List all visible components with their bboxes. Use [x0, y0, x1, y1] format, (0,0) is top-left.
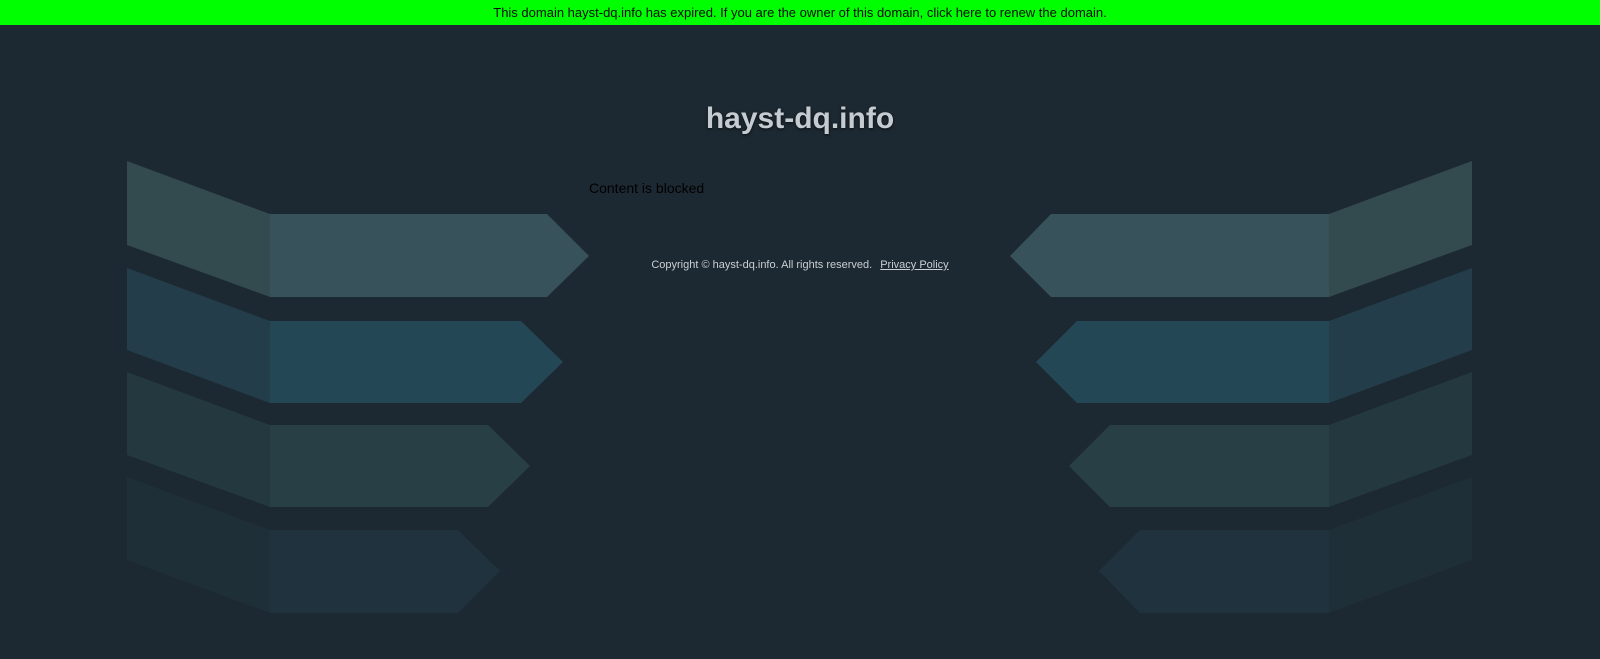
domain-expired-banner[interactable]: This domain hayst-dq.info has expired. I… [0, 0, 1600, 25]
left-arrows [127, 161, 589, 613]
site-title: hayst-dq.info [705, 102, 895, 135]
copyright-text: Copyright © hayst-dq.info. All rights re… [651, 259, 873, 271]
decorative-arrows [127, 161, 1472, 613]
parked-domain-page: This domain hayst-dq.info has expired. I… [0, 0, 1600, 659]
right-arrows [1010, 161, 1472, 613]
privacy-policy-link[interactable]: Privacy Policy [880, 259, 948, 271]
footer: Copyright © hayst-dq.info. All rights re… [0, 259, 1600, 271]
content-blocked-message: Content is blocked [589, 180, 705, 196]
